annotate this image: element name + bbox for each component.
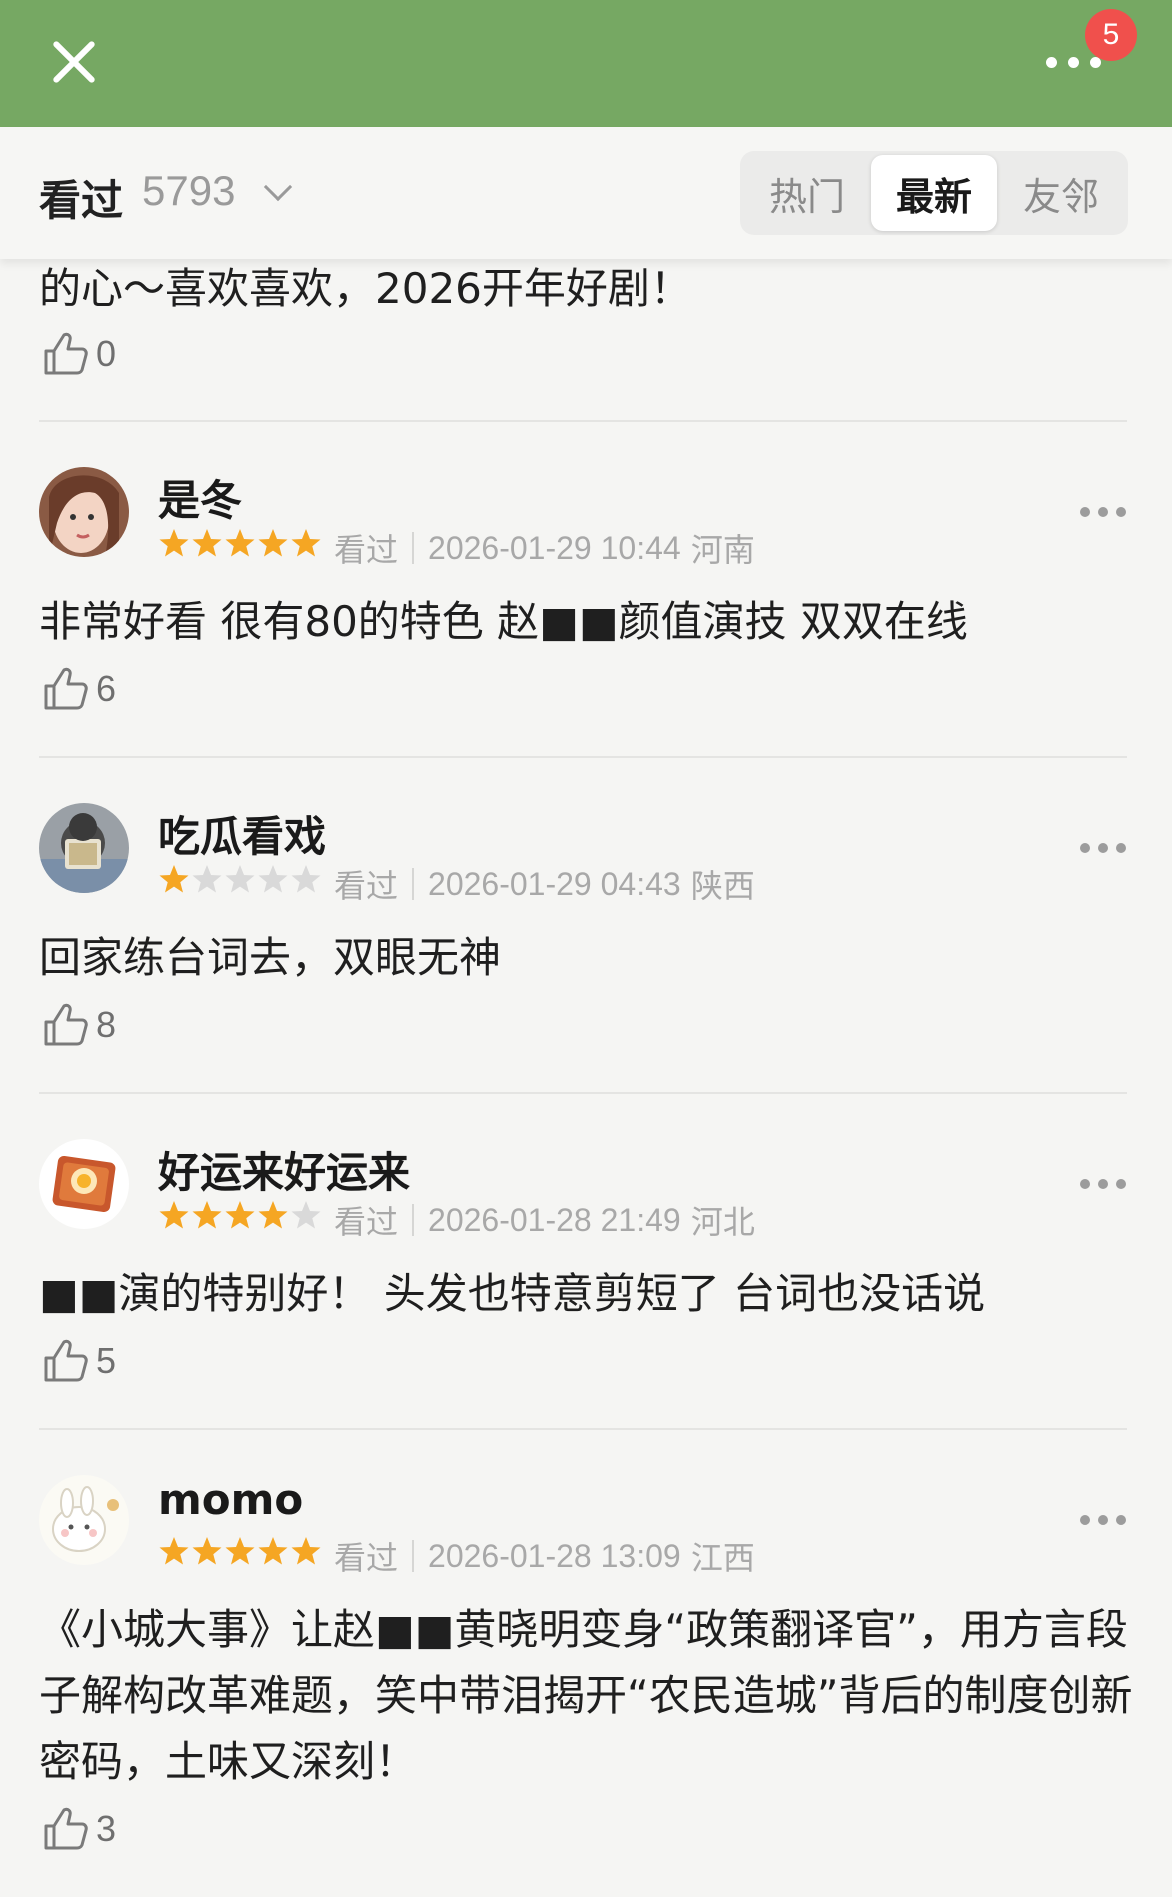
watch-status: 看过 — [334, 1539, 399, 1577]
thumbs-up-icon — [44, 332, 88, 375]
star-rating — [158, 527, 323, 559]
more-options-icon[interactable] — [1080, 1515, 1128, 1529]
star-empty-icon — [225, 865, 255, 893]
star-filled-icon — [258, 529, 288, 557]
divider — [39, 1092, 1127, 1094]
like-count: 0 — [96, 333, 117, 374]
star-filled-icon — [291, 1537, 321, 1565]
avatar[interactable] — [39, 803, 129, 893]
close-icon[interactable] — [44, 32, 104, 92]
review-feed[interactable]: 的心～喜欢喜欢，2026开年好剧！ 0 是冬 看过 2026-01-29 10:4… — [0, 0, 1172, 1897]
review-meta: 看过 2026-01-29 10:44 河南 — [334, 525, 755, 571]
star-filled-icon — [258, 1201, 288, 1229]
thumbs-up-icon — [44, 1339, 88, 1382]
more-options-icon[interactable] — [1080, 507, 1128, 521]
tab-friends[interactable]: 友邻 — [998, 155, 1124, 231]
like-count: 5 — [96, 1340, 117, 1381]
like-button[interactable]: 3 — [40, 1804, 116, 1854]
review-text: 的心～喜欢喜欢，2026开年好剧！ — [39, 264, 692, 313]
like-button[interactable]: 5 — [40, 1336, 116, 1386]
thumbs-up-icon — [44, 1003, 88, 1046]
watch-status: 看过 — [334, 867, 399, 905]
star-rating — [158, 1535, 323, 1567]
star-rating — [158, 863, 323, 895]
review-text: ■■演的特别好！ 头发也特意剪短了 台词也没话说 — [39, 1269, 986, 1318]
review-datetime: 2026-01-28 21:49 — [428, 1201, 681, 1238]
watched-filter-label[interactable]: 看过 — [39, 167, 123, 228]
more-options-icon[interactable] — [1080, 1179, 1128, 1193]
thumbs-up-icon — [44, 667, 88, 710]
like-count: 3 — [96, 1808, 117, 1849]
review-meta: 看过 2026-01-29 04:43 陕西 — [334, 861, 755, 907]
more-options-icon[interactable] — [1080, 843, 1128, 857]
star-filled-icon — [291, 529, 321, 557]
review-location: 河南 — [690, 531, 755, 569]
star-filled-icon — [192, 1537, 222, 1565]
sort-bar: 看过 5793 热门 最新 友邻 — [0, 127, 1172, 259]
star-filled-icon — [258, 1537, 288, 1565]
star-empty-icon — [291, 865, 321, 893]
avatar[interactable] — [39, 1475, 129, 1565]
user-name[interactable]: 吃瓜看戏 — [158, 803, 326, 864]
like-count: 8 — [96, 1004, 117, 1045]
star-filled-icon — [159, 529, 189, 557]
star-empty-icon — [258, 865, 288, 893]
tab-hot[interactable]: 热门 — [744, 155, 870, 231]
user-name[interactable]: 是冬 — [158, 467, 242, 528]
chevron-down-icon[interactable] — [263, 172, 293, 202]
like-count: 6 — [96, 668, 117, 709]
star-filled-icon — [225, 1537, 255, 1565]
sort-tabs: 热门 最新 友邻 — [740, 151, 1128, 235]
star-rating — [158, 1199, 323, 1231]
user-name[interactable]: momo — [158, 1475, 303, 1524]
star-empty-icon — [291, 1201, 321, 1229]
thumbs-up-icon — [44, 1807, 88, 1850]
review-location: 江西 — [690, 1539, 755, 1577]
avatar[interactable] — [39, 467, 129, 557]
review-datetime: 2026-01-29 04:43 — [428, 865, 681, 902]
star-empty-icon — [192, 865, 222, 893]
review-location: 河北 — [690, 1203, 755, 1241]
watched-count[interactable]: 5793 — [142, 167, 235, 215]
star-filled-icon — [192, 1201, 222, 1229]
review-meta: 看过 2026-01-28 13:09 江西 — [334, 1533, 755, 1579]
review-datetime: 2026-01-28 13:09 — [428, 1537, 681, 1574]
review-meta: 看过 2026-01-28 21:49 河北 — [334, 1197, 755, 1243]
review-text: 回家练台词去，双眼无神 — [39, 933, 502, 982]
review-text: 《小城大事》让赵■■黄晓明变身“政策翻译官”，用方言段子解构改革难题，笑中带泪揭… — [39, 1605, 1133, 1786]
like-button[interactable]: 0 — [40, 329, 116, 379]
star-filled-icon — [159, 1537, 189, 1565]
like-button[interactable]: 8 — [40, 1000, 116, 1050]
watch-status: 看过 — [334, 531, 399, 569]
user-name[interactable]: 好运来好运来 — [158, 1139, 410, 1200]
notification-badge: 5 — [1085, 9, 1137, 61]
review-location: 陕西 — [690, 867, 755, 905]
star-filled-icon — [159, 865, 189, 893]
divider — [39, 1428, 1127, 1430]
star-filled-icon — [192, 529, 222, 557]
divider — [39, 756, 1127, 758]
review-text: 非常好看 很有80的特色 赵■■颜值演技 双双在线 — [39, 597, 968, 646]
divider — [39, 420, 1127, 422]
like-button[interactable]: 6 — [40, 664, 116, 714]
star-filled-icon — [225, 529, 255, 557]
star-filled-icon — [225, 1201, 255, 1229]
star-filled-icon — [159, 1201, 189, 1229]
watch-status: 看过 — [334, 1203, 399, 1241]
avatar[interactable] — [39, 1139, 129, 1229]
review-datetime: 2026-01-29 10:44 — [428, 529, 681, 566]
top-bar: 5 — [0, 0, 1172, 127]
tab-latest[interactable]: 最新 — [871, 155, 997, 231]
